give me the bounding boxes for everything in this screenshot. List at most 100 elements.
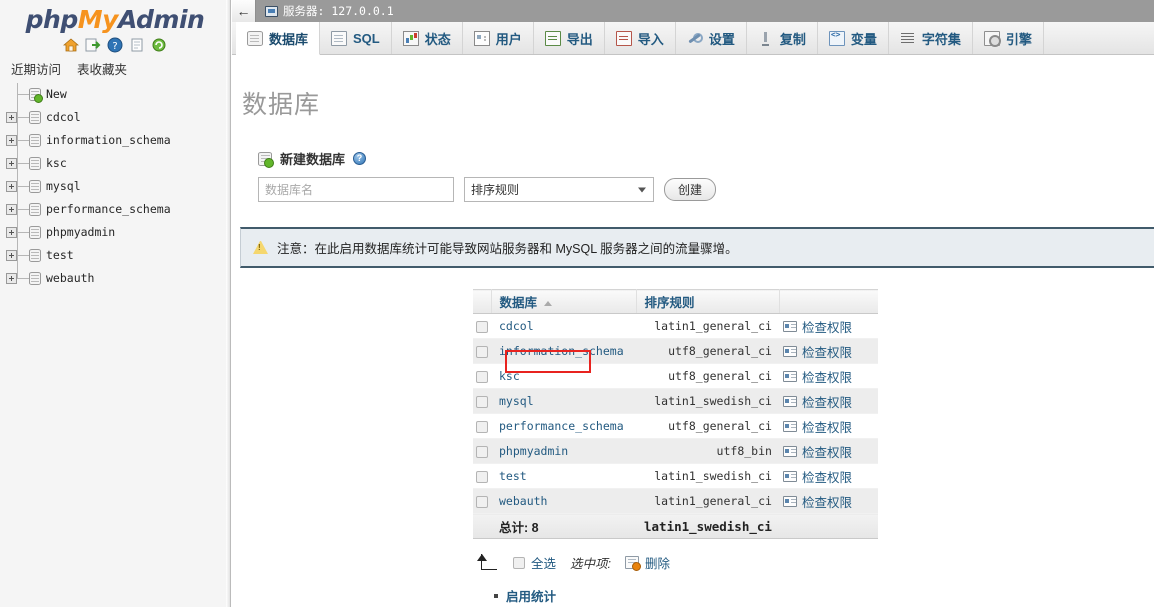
row-collation: utf8_general_ci — [636, 413, 780, 439]
tree-item-new[interactable]: New — [2, 83, 230, 106]
tab-settings[interactable]: 设置 — [676, 22, 747, 54]
expand-toggle[interactable] — [6, 250, 17, 261]
header-database[interactable]: 数据库 — [491, 289, 637, 314]
row-database-name[interactable]: cdcol — [491, 313, 636, 339]
row-checkbox[interactable] — [476, 445, 488, 458]
documentation-icon[interactable] — [129, 37, 145, 53]
notice-text: 注意：在此启用数据库统计可能导致网站服务器和 MySQL 服务器之间的流量骤增。 — [277, 242, 738, 256]
row-database-name[interactable]: mysql — [491, 388, 636, 414]
tree-item-test[interactable]: test — [2, 244, 230, 267]
tab-import[interactable]: 导入 — [605, 22, 676, 54]
delete-label[interactable]: 删除 — [645, 553, 670, 572]
row-database-name[interactable]: phpmyadmin — [491, 438, 636, 464]
tab-variables[interactable]: 变量 — [818, 22, 889, 54]
row-checkbox[interactable] — [476, 470, 488, 483]
table-row[interactable]: test latin1_swedish_ci 检查权限 — [473, 463, 878, 489]
expand-toggle[interactable] — [6, 112, 17, 123]
help-icon[interactable]: ? — [107, 37, 123, 53]
database-name-input[interactable] — [258, 177, 454, 202]
table-row[interactable]: cdcol latin1_general_ci 检查权限 — [473, 313, 878, 339]
select-all-checkbox[interactable] — [513, 556, 525, 569]
home-icon[interactable] — [63, 37, 79, 53]
reload-icon[interactable] — [151, 37, 167, 53]
table-total-row: 总计: 8 latin1_swedish_ci — [473, 513, 878, 539]
row-database-name[interactable]: performance_schema — [491, 413, 636, 439]
tree-item-label: information_schema — [46, 133, 171, 147]
tab-engines[interactable]: 引擎 — [973, 22, 1044, 54]
tree-item-label: cdcol — [46, 110, 81, 124]
check-privileges-action[interactable]: 检查权限 — [782, 492, 870, 511]
collation-select[interactable]: 排序规则 — [464, 177, 654, 202]
check-privileges-link[interactable]: 检查权限 — [802, 442, 852, 461]
check-privileges-link[interactable]: 检查权限 — [802, 417, 852, 436]
table-row[interactable]: information_schema utf8_general_ci 检查权限 — [473, 338, 878, 364]
row-database-name[interactable]: test — [491, 463, 636, 489]
back-button[interactable]: ← — [232, 0, 256, 22]
select-all-label[interactable]: 全选 — [531, 553, 556, 572]
tab-charsets[interactable]: 字符集 — [889, 22, 973, 54]
tree-item-mysql[interactable]: mysql — [2, 175, 230, 198]
tab-users[interactable]: 用户 — [463, 22, 534, 54]
table-row[interactable]: mysql latin1_swedish_ci 检查权限 — [473, 388, 878, 414]
row-checkbox[interactable] — [476, 395, 488, 408]
check-privileges-action[interactable]: 检查权限 — [782, 392, 870, 411]
tree-item-webauth[interactable]: webauth — [2, 267, 230, 290]
row-database-name[interactable]: webauth — [491, 488, 636, 514]
tree-item-ksc[interactable]: ksc — [2, 152, 230, 175]
check-privileges-action[interactable]: 检查权限 — [782, 317, 870, 336]
expand-toggle[interactable] — [6, 204, 17, 215]
check-privileges-link[interactable]: 检查权限 — [802, 392, 852, 411]
delete-action[interactable]: 删除 — [625, 553, 670, 572]
row-checkbox[interactable] — [476, 420, 488, 433]
select-all-action[interactable]: 全选 — [513, 553, 556, 572]
tab-status[interactable]: 状态 — [392, 22, 463, 54]
row-database-name[interactable]: information_schema — [491, 338, 636, 364]
sidebar-tab-favorites[interactable]: 表收藏夹 — [74, 58, 130, 79]
sidebar-tab-recent[interactable]: 近期访问 — [8, 58, 64, 79]
check-privileges-action[interactable]: 检查权限 — [782, 342, 870, 361]
check-privileges-link[interactable]: 检查权限 — [802, 342, 852, 361]
row-database-name[interactable]: ksc — [491, 363, 636, 389]
check-privileges-link[interactable]: 检查权限 — [802, 367, 852, 386]
expand-toggle[interactable] — [6, 227, 17, 238]
table-row[interactable]: webauth latin1_general_ci 检查权限 — [473, 488, 878, 514]
tab-replication[interactable]: 复制 — [747, 22, 818, 54]
expand-toggle[interactable] — [6, 181, 17, 192]
header-collation[interactable]: 排序规则 — [636, 289, 781, 314]
row-checkbox[interactable] — [476, 345, 488, 358]
tab-export[interactable]: 导出 — [534, 22, 605, 54]
check-privileges-action[interactable]: 检查权限 — [782, 467, 870, 486]
row-checkbox[interactable] — [476, 320, 488, 333]
table-row[interactable]: performance_schema utf8_general_ci 检查权限 — [473, 413, 878, 439]
check-privileges-action[interactable]: 检查权限 — [782, 417, 870, 436]
with-selected-label: 选中项: — [570, 557, 611, 571]
tab-sql[interactable]: SQL — [320, 22, 392, 54]
privileges-icon — [782, 345, 797, 357]
expand-toggle[interactable] — [6, 273, 17, 284]
tree-item-cdcol[interactable]: cdcol — [2, 106, 230, 129]
enable-statistics-link[interactable]: 启用统计 — [506, 586, 556, 605]
check-privileges-action[interactable]: 检查权限 — [782, 367, 870, 386]
table-row[interactable]: ksc utf8_general_ci 检查权限 — [473, 363, 878, 389]
check-privileges-link[interactable]: 检查权限 — [802, 492, 852, 511]
create-button[interactable]: 创建 — [664, 178, 717, 201]
query-window-icon[interactable] — [85, 37, 101, 53]
row-checkbox[interactable] — [476, 370, 488, 383]
expand-toggle[interactable] — [6, 135, 17, 146]
tree-item-phpmyadmin[interactable]: phpmyadmin — [2, 221, 230, 244]
tree-item-performance-schema[interactable]: performance_schema — [2, 198, 230, 221]
row-checkbox-cell — [473, 363, 491, 389]
sidebar-quick-icons: ? — [0, 34, 230, 56]
table-row[interactable]: phpmyadmin utf8_bin 检查权限 — [473, 438, 878, 464]
page-title: 数据库 — [242, 91, 321, 119]
row-checkbox[interactable] — [476, 495, 488, 508]
tree-item-information-schema[interactable]: information_schema — [2, 129, 230, 152]
pma-logo[interactable]: phpMyAdmin — [0, 7, 230, 32]
check-privileges-action[interactable]: 检查权限 — [782, 442, 870, 461]
expand-toggle[interactable] — [6, 158, 17, 169]
check-privileges-link[interactable]: 检查权限 — [802, 467, 852, 486]
check-privileges-link[interactable]: 检查权限 — [802, 317, 852, 336]
help-icon[interactable]: ? — [353, 152, 367, 165]
tab-databases[interactable]: 数据库 — [236, 22, 321, 55]
create-database-label: 新建数据库 — [280, 152, 346, 167]
